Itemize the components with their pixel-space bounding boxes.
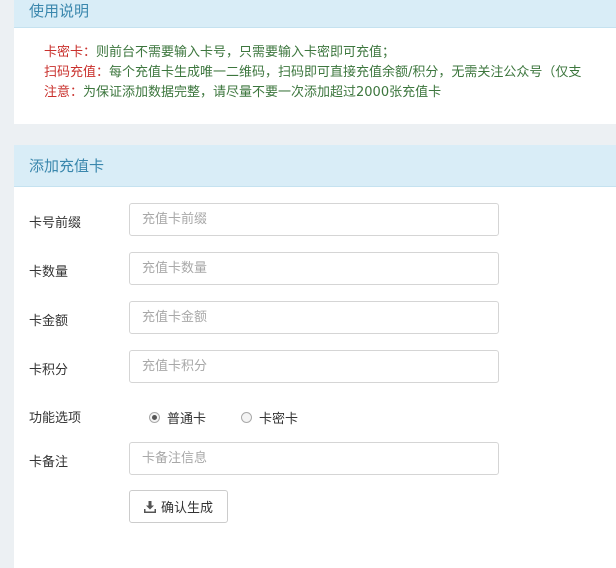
usage-panel-title: 使用说明 <box>14 0 616 28</box>
note-scan-recharge: 扫码充值：每个充值卡生成唯一二维码，扫码即可直接充值余额/积分，无需关注公众号（… <box>44 63 616 83</box>
prefix-label: 卡号前缀 <box>29 216 82 231</box>
download-icon <box>143 500 156 513</box>
points-label: 卡积分 <box>29 363 69 378</box>
note-attention: 注意：为保证添加数据完整，请尽量不要一次添加超过2000张充值卡 <box>44 83 616 103</box>
note-key: 扫码充值： <box>44 65 110 80</box>
amount-label: 卡金额 <box>29 314 69 329</box>
confirm-generate-label: 确认生成 <box>160 501 213 516</box>
note-card-secret: 卡密卡：则前台不需要输入卡号，只需要输入卡密即可充值； <box>44 43 616 63</box>
radio-checked-icon[interactable] <box>149 412 160 423</box>
usage-panel: 使用说明 卡密卡：则前台不需要输入卡号，只需要输入卡密即可充值； 扫码充值：每个… <box>14 0 616 124</box>
radio-unchecked-icon[interactable] <box>241 412 252 423</box>
note-key: 卡密卡： <box>44 45 97 60</box>
usage-notes: 卡密卡：则前台不需要输入卡号，只需要输入卡密即可充值； 扫码充值：每个充值卡生成… <box>14 28 616 103</box>
add-card-panel-title: 添加充值卡 <box>14 145 616 187</box>
remark-input[interactable] <box>129 442 499 475</box>
add-card-panel: 添加充值卡 卡号前缀 卡数量 卡金额 卡积分 功能选项 普通卡 卡密卡 卡备注 <box>14 145 616 568</box>
quantity-input[interactable] <box>129 252 499 285</box>
note-key: 注意： <box>44 85 84 100</box>
radio-secret-label: 卡密卡 <box>259 412 299 427</box>
note-text: 每个充值卡生成唯一二维码，扫码即可直接充值余额/积分，无需关注公众号（仅支 <box>109 65 582 80</box>
radio-secret-card[interactable]: 卡密卡 <box>241 408 298 427</box>
radio-normal-card[interactable]: 普通卡 <box>149 408 206 427</box>
confirm-generate-button[interactable]: 确认生成 <box>129 490 228 523</box>
radio-normal-label: 普通卡 <box>167 412 207 427</box>
options-label: 功能选项 <box>29 411 82 426</box>
remark-label: 卡备注 <box>29 455 69 470</box>
quantity-label: 卡数量 <box>29 265 69 280</box>
note-text: 为保证添加数据完整，请尽量不要一次添加超过2000张充值卡 <box>83 85 442 100</box>
note-text: 则前台不需要输入卡号，只需要输入卡密即可充值； <box>96 45 396 60</box>
amount-input[interactable] <box>129 301 499 334</box>
points-input[interactable] <box>129 350 499 383</box>
prefix-input[interactable] <box>129 203 499 236</box>
